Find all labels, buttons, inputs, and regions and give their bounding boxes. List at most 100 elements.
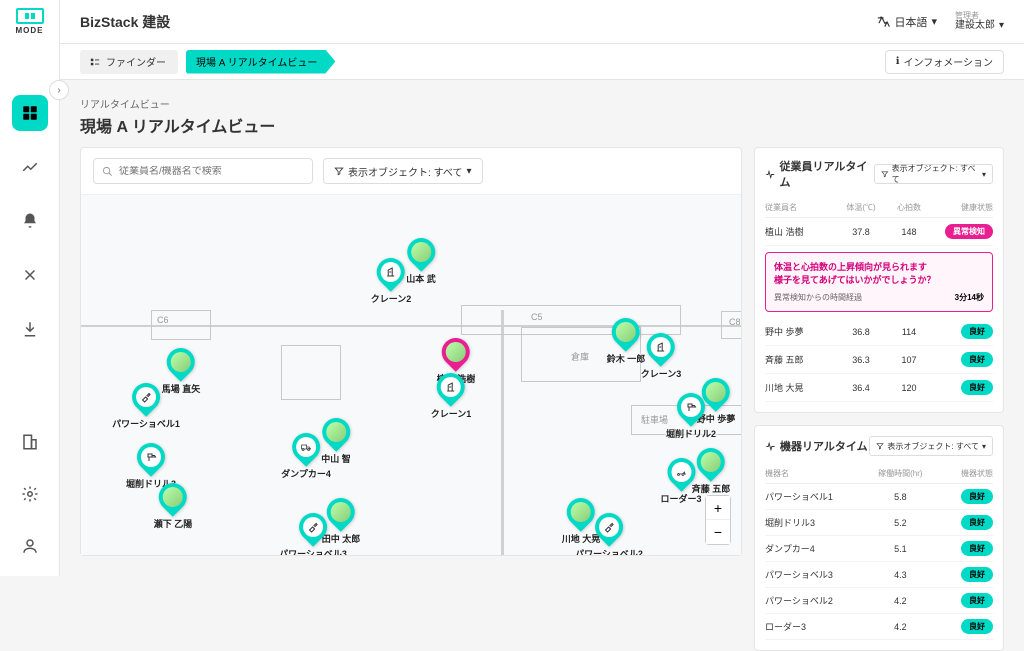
map-pin[interactable]: ダンプカー4 [281, 433, 331, 480]
avatar [411, 242, 431, 262]
sidebar: MODE › [0, 0, 60, 576]
status-badge: 良好 [961, 324, 993, 339]
search-input-wrapper[interactable] [93, 158, 313, 184]
pin-label: クレーン1 [431, 407, 472, 420]
user-name: 建設太郎 [955, 20, 995, 32]
equipment-row[interactable]: パワーショベル24.2良好 [765, 588, 993, 614]
nav-settings[interactable] [12, 476, 48, 512]
status-badge: 良好 [961, 593, 993, 608]
building-icon [21, 433, 39, 451]
zoom-controls: + − [705, 495, 731, 545]
avatar [701, 452, 721, 472]
equipment-row[interactable]: 堀削ドリル35.2良好 [765, 510, 993, 536]
breadcrumb-finder-label: ファインダー [106, 54, 166, 69]
topbar: BizStack 建設 日本語 ▾ 管理者 建設太郎 ▾ [60, 0, 1024, 44]
user-role: 管理者 [955, 11, 1004, 21]
nav-tools[interactable] [12, 257, 48, 293]
zoom-out-button[interactable]: − [706, 520, 730, 544]
floor-map[interactable]: C6 C5 C8 倉庫 駐車場 C2 C3 山本 武クレーン2馬場 直矢パワーシ… [81, 195, 741, 555]
pin-label: ローダー3 [660, 492, 701, 505]
equipment-table-header: 機器名 稼働時間(hr) 機器状態 [765, 464, 993, 484]
map-pin[interactable]: 瀬下 乙陽 [154, 483, 193, 530]
nav-dashboard[interactable] [12, 95, 48, 131]
map-pin[interactable]: パワーショベル1 [112, 383, 180, 430]
breadcrumb-current-label: 現場 A リアルタイムビュー [196, 54, 317, 69]
information-label: インフォメーション [904, 54, 994, 69]
pin-marker [293, 507, 333, 547]
map-pin[interactable]: パワーショベル2 [575, 513, 643, 555]
status-badge: 良好 [961, 567, 993, 582]
equipment-row[interactable]: パワーショベル34.3良好 [765, 562, 993, 588]
nav-org[interactable] [12, 424, 48, 460]
equipment-row[interactable]: パワーショベル15.8良好 [765, 484, 993, 510]
map-pin[interactable]: ローダー3 [660, 458, 701, 505]
map-pin[interactable]: クレーン2 [371, 258, 412, 305]
employee-row[interactable]: 斉藤 五郎36.3107良好 [765, 346, 993, 374]
employees-filter-button[interactable]: 表示オブジェクト: すべて ▾ [874, 164, 993, 184]
pin-marker [131, 437, 171, 477]
logo: MODE [16, 8, 44, 35]
employee-row[interactable]: 野中 歩夢36.8114良好 [765, 318, 993, 346]
pin-label: クレーン2 [371, 292, 412, 305]
equipment-row[interactable]: ダンプカー45.1良好 [765, 536, 993, 562]
map-pin[interactable]: 鈴木 一郎 [607, 318, 646, 365]
zoom-in-button[interactable]: + [706, 496, 730, 520]
status-badge: 良好 [961, 515, 993, 530]
alert-message-box: 体温と心拍数の上昇傾向が見られます 様子を見てあげてはいかがでしょうか？ 異常検… [765, 252, 993, 312]
pin-marker [286, 427, 326, 467]
equipment-icon [296, 437, 316, 457]
information-button[interactable]: ℹ インフォメーション [885, 50, 1004, 74]
map-pin[interactable]: パワーショベル3 [279, 513, 347, 555]
logo-icon [16, 8, 44, 24]
pin-marker [161, 342, 201, 382]
filter-icon [334, 166, 344, 176]
breadcrumb-current[interactable]: 現場 A リアルタイムビュー [186, 50, 335, 74]
map-pin[interactable]: クレーン3 [641, 333, 682, 380]
equipment-icon [141, 447, 161, 467]
pin-marker [589, 507, 629, 547]
equipment-row[interactable]: ローダー34.2良好 [765, 614, 993, 640]
pin-marker [671, 387, 711, 427]
employees-panel: 従業員リアルタイム 表示オブジェクト: すべて ▾ 従業員名 体温(℃) 心拍数… [754, 147, 1004, 413]
app-title: BizStack 建設 [80, 12, 170, 32]
chevron-down-icon: ▾ [982, 170, 986, 179]
search-input[interactable] [119, 166, 304, 177]
zone-c8: C8 [729, 317, 741, 327]
nav-analytics[interactable] [12, 149, 48, 185]
chevron-down-icon: ▾ [999, 20, 1004, 32]
equipment-icon [441, 377, 461, 397]
zone-c5: C5 [531, 312, 543, 322]
map-pin[interactable]: 堀削ドリル2 [666, 393, 716, 440]
pin-label: クレーン3 [641, 367, 682, 380]
user-menu[interactable]: 管理者 建設太郎 ▾ [955, 11, 1004, 33]
filter-icon [881, 170, 889, 178]
map-filter-label: 表示オブジェクト: すべて [348, 164, 462, 179]
map-filter-button[interactable]: 表示オブジェクト: すべて ▾ [323, 158, 483, 184]
pin-marker [431, 367, 471, 407]
equipment-icon [651, 337, 671, 357]
equipment-icon [671, 462, 691, 482]
language-selector[interactable]: 日本語 ▾ [876, 14, 937, 30]
nav-account[interactable] [12, 528, 48, 564]
status-badge: 良好 [961, 489, 993, 504]
pin-label: 瀬下 乙陽 [154, 517, 193, 530]
page-header: リアルタイムビュー 現場 A リアルタイムビュー [60, 80, 1024, 147]
status-badge: 良好 [961, 352, 993, 367]
tools-icon [21, 266, 39, 284]
gear-icon [21, 485, 39, 503]
nav-download[interactable] [12, 311, 48, 347]
pin-label: 堀削ドリル2 [666, 427, 716, 440]
pin-marker [371, 252, 411, 292]
breadcrumb-finder[interactable]: ファインダー [80, 50, 178, 74]
user-icon [21, 537, 39, 555]
equipment-icon [381, 262, 401, 282]
avatar [171, 352, 191, 372]
nav-alerts[interactable] [12, 203, 48, 239]
employee-row[interactable]: 川地 大晃36.4120良好 [765, 374, 993, 402]
employee-row-alert[interactable]: 植山 浩樹 37.8 148 異常検知 [765, 218, 993, 246]
map-pin[interactable]: クレーン1 [431, 373, 472, 420]
sidebar-expand-button[interactable]: › [49, 80, 69, 100]
equipment-icon [303, 517, 323, 537]
equipment-filter-button[interactable]: 表示オブジェクト: すべて ▾ [869, 436, 993, 456]
equipment-panel-title: 機器リアルタイム [765, 438, 868, 454]
